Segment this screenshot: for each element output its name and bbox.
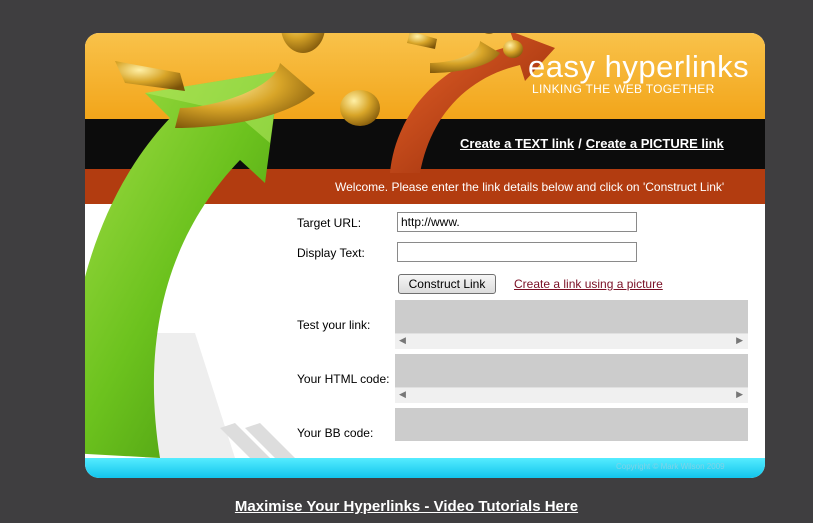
horizontal-scrollbar[interactable]: ◀ ▶: [395, 333, 748, 349]
display-text-label: Display Text:: [297, 246, 365, 260]
horizontal-scrollbar[interactable]: ◀ ▶: [395, 387, 748, 403]
output-area[interactable]: [395, 408, 748, 441]
test-link-label: Test your link:: [297, 318, 371, 332]
display-text-input[interactable]: [397, 242, 637, 262]
bb-code-label: Your BB code:: [297, 426, 374, 440]
logo-title: easy hyperlinks: [528, 49, 750, 84]
scroll-left-arrow-icon[interactable]: ◀: [399, 389, 406, 400]
scroll-right-arrow-icon[interactable]: ▶: [736, 389, 743, 400]
html-code-label: Your HTML code:: [297, 372, 390, 386]
target-url-input[interactable]: [397, 212, 637, 232]
test-link-output: ◀ ▶: [395, 300, 748, 349]
nav-separator: /: [578, 136, 582, 151]
bb-code-output[interactable]: [395, 408, 748, 441]
copyright-text: Copyright © Mark Wilson 2009: [616, 462, 725, 471]
create-picture-link[interactable]: Create a PICTURE link: [586, 136, 724, 151]
scroll-right-arrow-icon[interactable]: ▶: [736, 335, 743, 346]
top-nav: Create a TEXT link / Create a PICTURE link: [460, 136, 724, 151]
output-area: [395, 300, 748, 333]
html-code-output[interactable]: ◀ ▶: [395, 354, 748, 403]
video-tutorials-link[interactable]: Maximise Your Hyperlinks - Video Tutoria…: [235, 498, 578, 515]
target-url-label: Target URL:: [297, 216, 362, 230]
create-link-using-picture[interactable]: Create a link using a picture: [514, 277, 663, 291]
site-logo: easy hyperlinks LINKING THE WEB TOGETHER: [528, 49, 749, 96]
construct-link-button[interactable]: Construct Link: [398, 274, 496, 294]
video-tutorials-wrapper: Maximise Your Hyperlinks - Video Tutoria…: [0, 498, 813, 515]
scroll-left-arrow-icon[interactable]: ◀: [399, 335, 406, 346]
create-text-link[interactable]: Create a TEXT link: [460, 136, 574, 151]
welcome-message: Welcome. Please enter the link details b…: [335, 180, 725, 194]
output-area[interactable]: [395, 354, 748, 387]
